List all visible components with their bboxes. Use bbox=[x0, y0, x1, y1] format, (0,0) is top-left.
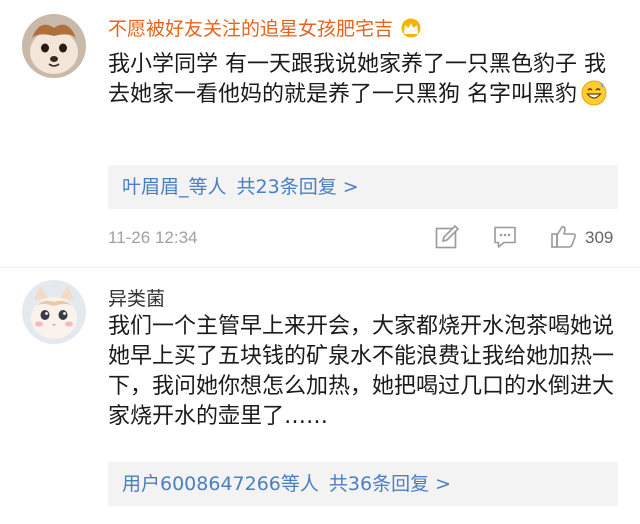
comment-meta: 11-26 12:34 309 bbox=[108, 224, 618, 252]
username-text[interactable]: 异类菌 bbox=[108, 288, 165, 310]
comment-icon[interactable] bbox=[492, 224, 518, 254]
reply-authors[interactable]: 叶眉眉_等人 bbox=[122, 176, 227, 198]
reply-count[interactable]: 共23条回复 bbox=[237, 176, 337, 198]
chevron-right-icon: > bbox=[342, 176, 359, 198]
comment-text-content: 我们一个主管早上来开会，大家都烧开水泡茶喝她说她早上买了五块钱的矿泉水不能浪费让… bbox=[108, 314, 615, 429]
edit-icon[interactable] bbox=[434, 224, 460, 254]
comment-text: 我们一个主管早上来开会，大家都烧开水泡茶喝她说她早上买了五块钱的矿泉水不能浪费让… bbox=[108, 312, 618, 432]
avatar[interactable] bbox=[22, 280, 86, 344]
username[interactable]: 异类菌 bbox=[108, 284, 165, 311]
timestamp: 11-26 12:34 bbox=[108, 228, 198, 247]
crown-badge-icon bbox=[399, 18, 423, 38]
comment-text-content: 我小学同学 有一天跟我说她家养了一只黑色豹子 我去她家一看他妈的就是养了一只黑狗… bbox=[108, 52, 606, 107]
username[interactable]: 不愿被好友关注的追星女孩肥宅吉 bbox=[108, 14, 423, 41]
avatar[interactable] bbox=[22, 14, 86, 78]
comment-divider bbox=[0, 267, 640, 268]
comment-text: 我小学同学 有一天跟我说她家养了一只黑色豹子 我去她家一看他妈的就是养了一只黑狗… bbox=[108, 50, 618, 110]
reply-preview-link[interactable]: 叶眉眉_等人 共23条回复 > bbox=[108, 165, 618, 209]
reply-authors[interactable]: 用户6008647266等人 bbox=[122, 473, 319, 495]
reply-preview-link[interactable]: 用户6008647266等人 共36条回复 > bbox=[108, 462, 618, 506]
username-text[interactable]: 不愿被好友关注的追星女孩肥宅吉 bbox=[108, 18, 393, 40]
like-count: 309 bbox=[585, 228, 614, 247]
grin-emoji-icon bbox=[581, 80, 607, 106]
reply-count[interactable]: 共36条回复 bbox=[329, 473, 429, 495]
chevron-right-icon: > bbox=[435, 473, 451, 495]
thumbs-up-icon[interactable] bbox=[550, 224, 578, 254]
